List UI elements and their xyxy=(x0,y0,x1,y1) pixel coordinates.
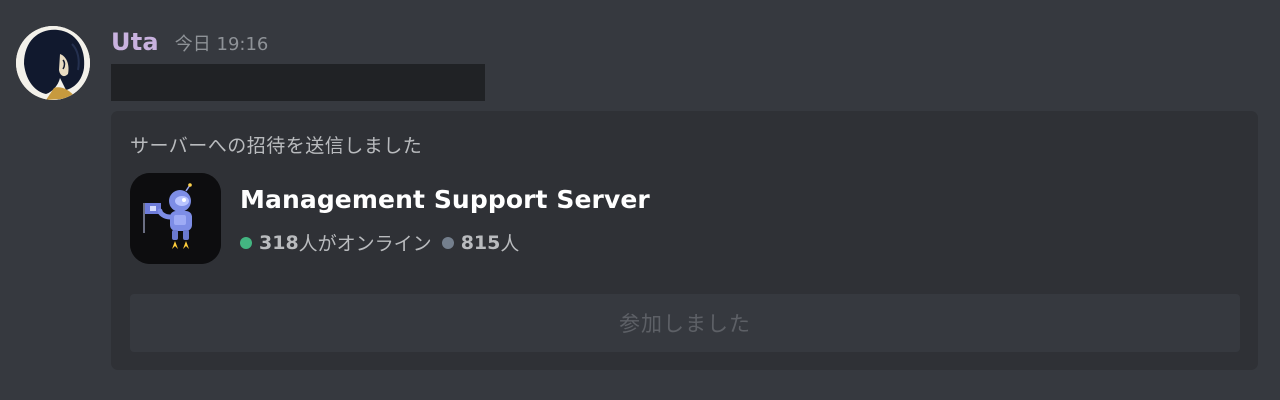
server-member-stats: 318 人がオンライン 815 人 xyxy=(240,229,519,256)
message-timestamp: 今日 19:16 xyxy=(174,34,269,55)
invite-heading: サーバーへの招待を送信しました xyxy=(130,135,423,157)
online-status-dot-icon xyxy=(240,236,252,249)
joined-button[interactable]: 参加しました xyxy=(130,294,1240,352)
member-status-dot-icon xyxy=(441,236,454,249)
server-name[interactable]: Management Support Server xyxy=(240,185,650,214)
online-label: 人がオンライン xyxy=(298,233,432,255)
online-count: 318 xyxy=(259,231,299,254)
username[interactable]: Uta xyxy=(111,28,159,56)
robot-astronaut-icon xyxy=(130,173,221,264)
server-icon[interactable] xyxy=(130,173,221,264)
chat-message: Uta 今日 19:16 サーバーへの招待を送信しました Management … xyxy=(0,0,1280,400)
server-invite-card: サーバーへの招待を送信しました Management Support Serve… xyxy=(111,111,1258,370)
avatar-illustration-icon xyxy=(16,26,90,100)
member-label: 人 xyxy=(500,233,520,255)
user-avatar[interactable] xyxy=(16,26,90,100)
message-header: Uta 今日 19:16 xyxy=(111,28,268,62)
member-count: 815 xyxy=(460,231,501,254)
redacted-message-content xyxy=(111,64,485,101)
